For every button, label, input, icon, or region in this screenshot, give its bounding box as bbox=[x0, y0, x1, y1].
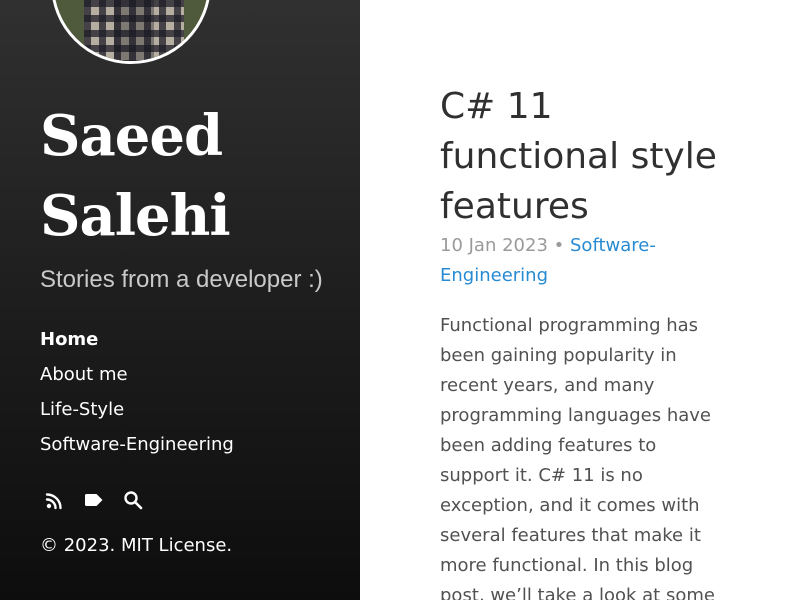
post-title[interactable]: C# 11 functional style features bbox=[440, 82, 740, 232]
post-body: Functional programming has been gaining … bbox=[440, 311, 730, 600]
site-title-line1[interactable]: Saeed bbox=[40, 96, 340, 176]
post-category-link[interactable]: Software- bbox=[570, 235, 656, 256]
post-title-line[interactable]: features bbox=[440, 182, 740, 232]
site-title-line2[interactable]: Salehi bbox=[40, 176, 340, 256]
post-body-line: been gaining popularity in bbox=[440, 345, 677, 366]
post-body-line: several features that make it bbox=[440, 525, 701, 546]
post-body-line: recent years, and many bbox=[440, 375, 655, 396]
post-title-line[interactable]: functional style bbox=[440, 132, 740, 182]
site-tagline: Stories from a developer :) bbox=[40, 266, 323, 293]
copyright-text: © 2023. bbox=[40, 535, 121, 556]
post-body-line: post, we’ll take a look at some bbox=[440, 585, 715, 600]
post-body-line: exception, and it comes with bbox=[440, 495, 700, 516]
copyright: © 2023. MIT License. bbox=[40, 533, 232, 559]
license-link[interactable]: MIT License. bbox=[121, 535, 232, 556]
post-date: 10 Jan 2023 bbox=[440, 235, 548, 256]
tag-icon[interactable] bbox=[83, 489, 105, 511]
nav-item-life-style[interactable]: Life-Style bbox=[40, 392, 234, 427]
meta-separator: • bbox=[553, 235, 565, 256]
post-body-line: programming languages have bbox=[440, 405, 711, 426]
post-body-line: support it. C# 11 is no bbox=[440, 465, 643, 486]
post-category-link[interactable]: Engineering bbox=[440, 265, 548, 286]
post-body-line: more functional. In this blog bbox=[440, 555, 694, 576]
sidebar-nav: Home About me Life-Style Software-Engine… bbox=[40, 322, 234, 462]
post-meta: 10 Jan 2023 • Software- Engineering bbox=[440, 231, 730, 291]
sidebar: Saeed Salehi Stories from a developer :)… bbox=[0, 0, 360, 600]
avatar[interactable] bbox=[51, 0, 211, 64]
search-icon[interactable] bbox=[122, 489, 144, 511]
nav-item-software-engineering[interactable]: Software-Engineering bbox=[40, 427, 234, 462]
nav-item-home[interactable]: Home bbox=[40, 322, 234, 357]
rss-icon[interactable] bbox=[44, 489, 66, 511]
post-body-line: Functional programming has bbox=[440, 315, 699, 336]
site-title[interactable]: Saeed Salehi bbox=[40, 96, 340, 256]
main-content: C# 11 functional style features 10 Jan 2… bbox=[440, 0, 730, 600]
nav-item-about-me[interactable]: About me bbox=[40, 357, 234, 392]
social-links bbox=[44, 489, 161, 511]
post-body-line: been adding features to bbox=[440, 435, 657, 456]
post-title-line[interactable]: C# 11 bbox=[440, 82, 740, 132]
